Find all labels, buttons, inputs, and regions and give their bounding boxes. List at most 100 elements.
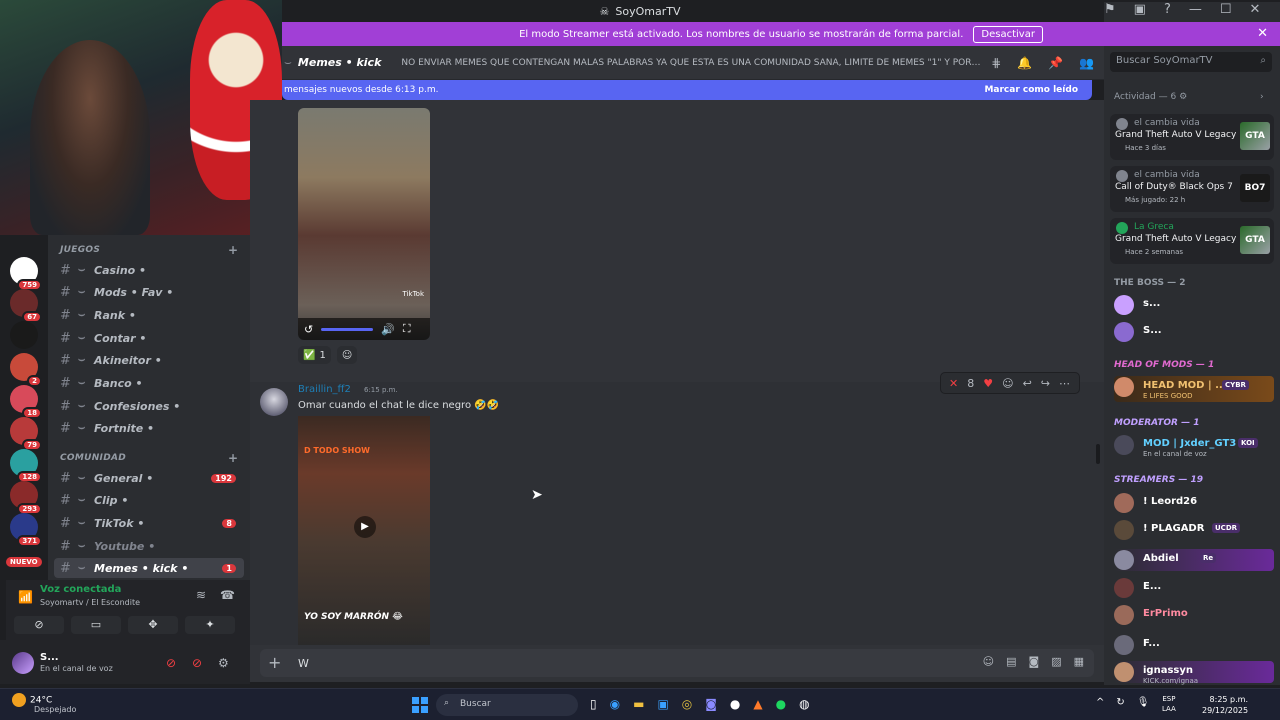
reply-icon[interactable]: ↩ bbox=[1023, 377, 1032, 390]
search-input[interactable]: Buscar SoyOmarTV ⌕ bbox=[1110, 52, 1272, 72]
volume-icon[interactable]: 🔊 bbox=[381, 323, 395, 336]
channel-item[interactable]: # ⌣ Confesiones • bbox=[54, 396, 244, 416]
member-item[interactable]: F... bbox=[1114, 634, 1274, 656]
noise-suppression-icon[interactable]: ≋ bbox=[196, 588, 206, 602]
video-attachment[interactable]: D TODO SHOW ▶ YO SOY MARRÓN 😂 bbox=[298, 416, 430, 645]
member-item[interactable]: s... bbox=[1114, 294, 1274, 316]
channel-item[interactable]: # ⌣ Rank • bbox=[54, 305, 244, 325]
activity-card[interactable]: el cambia vida Call of Duty® Black Ops 7… bbox=[1110, 166, 1274, 212]
folder-icon[interactable]: ▬ bbox=[633, 697, 644, 711]
disable-streamer-button[interactable]: Desactivar bbox=[973, 25, 1043, 43]
member-item[interactable]: MOD | Jxder_GT3 KOI En el canal de voz bbox=[1114, 434, 1274, 458]
add-channel-icon[interactable]: + bbox=[228, 243, 238, 257]
new-messages-bar[interactable]: mensajes nuevos desde 6:13 p.m. Marcar c… bbox=[282, 80, 1092, 100]
category-comunidad[interactable]: COMUNIDAD + bbox=[60, 451, 238, 465]
avatar[interactable] bbox=[12, 652, 34, 674]
channel-item[interactable]: # ⌣ Casino • bbox=[54, 260, 244, 280]
vlc-icon[interactable]: ▲ bbox=[753, 697, 762, 711]
category-juegos[interactable]: JUEGOS + bbox=[60, 243, 238, 257]
close-icon[interactable]: ✕ bbox=[949, 377, 958, 390]
app-icon[interactable]: ● bbox=[730, 697, 740, 711]
start-button[interactable] bbox=[412, 697, 428, 713]
channel-item[interactable]: # ⌣ Contar • bbox=[54, 328, 244, 348]
server-icon[interactable]: 18 bbox=[10, 385, 42, 419]
deafen-icon[interactable]: ⊘ bbox=[192, 656, 202, 670]
activities-button[interactable]: ✥ bbox=[128, 616, 178, 634]
play-icon[interactable]: ▶ bbox=[354, 516, 376, 538]
add-channel-icon[interactable]: + bbox=[228, 451, 238, 465]
mic-icon[interactable]: 🎙 bbox=[1137, 697, 1150, 708]
gif-icon[interactable]: ▤ bbox=[1006, 655, 1016, 668]
screen-share-button[interactable]: ▭ bbox=[71, 616, 121, 634]
message-input-value[interactable]: W bbox=[298, 657, 309, 670]
channel-item[interactable]: # ⌣ General • 192 bbox=[54, 468, 244, 488]
username[interactable]: S... bbox=[40, 652, 59, 663]
activity-header[interactable]: Actividad — 6 ⚙ › bbox=[1114, 92, 1264, 102]
server-icon[interactable] bbox=[10, 321, 38, 349]
settings-gear-icon[interactable]: ⚙ bbox=[218, 656, 229, 670]
language-indicator[interactable]: ESP LAA bbox=[1162, 694, 1176, 714]
activity-card[interactable]: el cambia vida Grand Theft Auto V Legacy… bbox=[1110, 114, 1274, 160]
channel-item[interactable]: # ⌣ Banco • bbox=[54, 373, 244, 393]
heart-icon[interactable]: ♥ bbox=[983, 377, 993, 390]
add-reaction-icon[interactable]: ☺ bbox=[1002, 377, 1013, 390]
mic-muted-icon[interactable]: ⊘ bbox=[166, 656, 176, 670]
sync-icon[interactable]: ↻ bbox=[1116, 697, 1124, 708]
emoji-icon[interactable]: ☺ bbox=[983, 655, 994, 668]
signal-icon[interactable]: 📶 bbox=[18, 590, 33, 604]
server-icon[interactable]: 67 bbox=[10, 289, 42, 323]
server-icon[interactable]: 128 bbox=[10, 449, 42, 483]
member-item[interactable]: ! Leord26 bbox=[1114, 492, 1274, 514]
obs-icon[interactable]: ◍ bbox=[799, 697, 809, 711]
add-reaction-button[interactable]: ☺ bbox=[336, 346, 358, 364]
reaction-check[interactable]: ✅ 1 bbox=[298, 346, 331, 364]
message-input[interactable]: + W ☺ ▤ ◙ ▨ ▦ bbox=[260, 649, 1094, 677]
server-icon[interactable]: 293 bbox=[10, 481, 42, 515]
discord-icon[interactable]: ◙ bbox=[705, 697, 717, 711]
member-item[interactable]: S... bbox=[1114, 321, 1274, 343]
spotify-icon[interactable]: ● bbox=[776, 697, 786, 711]
message-author[interactable]: Braillin_ff2 bbox=[298, 384, 351, 395]
server-icon[interactable]: 79 bbox=[10, 417, 42, 451]
fullscreen-icon[interactable]: ⛶ bbox=[403, 322, 411, 336]
soundboard-button[interactable]: ✦ bbox=[185, 616, 235, 634]
clock[interactable]: 8:25 p.m. 29/12/2025 bbox=[1202, 694, 1248, 716]
disconnect-icon[interactable]: ☎ bbox=[220, 588, 235, 602]
member-item[interactable]: HEAD MOD | ... CYBR E LIFES GOOD bbox=[1114, 376, 1274, 402]
taskbar-search[interactable]: ⌕ Buscar bbox=[436, 694, 578, 716]
member-item[interactable]: ErPrimo bbox=[1114, 604, 1274, 626]
chevron-right-icon[interactable]: › bbox=[1260, 92, 1264, 102]
channel-item[interactable]: # ⌣ Youtube • bbox=[54, 536, 244, 556]
member-item[interactable]: ignassyn KICK.com/ignaa bbox=[1114, 661, 1274, 685]
pin-icon[interactable]: 📌 bbox=[1048, 56, 1063, 70]
server-icon[interactable]: 2 bbox=[10, 353, 42, 387]
image-icon[interactable]: ▨ bbox=[1051, 655, 1061, 668]
more-icon[interactable]: ⋯ bbox=[1059, 377, 1070, 390]
members-icon[interactable]: 👥 bbox=[1079, 56, 1094, 70]
bell-icon[interactable]: 🔔 bbox=[1017, 56, 1032, 70]
channel-item[interactable]: # ⌣ Clip • bbox=[54, 490, 244, 510]
activity-card[interactable]: La Greca Grand Theft Auto V Legacy Hace … bbox=[1110, 218, 1274, 264]
channel-item-memes-kick[interactable]: # ⌣ Memes • kick • 1 bbox=[54, 558, 244, 578]
avatar[interactable] bbox=[260, 388, 288, 416]
voice-status[interactable]: Voz conectada bbox=[40, 584, 121, 595]
store-icon[interactable]: ▣ bbox=[657, 697, 668, 711]
new-server-badge[interactable]: NUEVO bbox=[6, 557, 42, 567]
threads-icon[interactable]: ⋕ bbox=[991, 56, 1001, 70]
video-attachment[interactable]: TikTok ↺ 🔊 ⛶ bbox=[298, 108, 430, 340]
camera-off-button[interactable]: ⊘ bbox=[14, 616, 64, 634]
progress-bar[interactable] bbox=[321, 327, 374, 331]
member-item[interactable]: E... bbox=[1114, 577, 1274, 599]
channel-item[interactable]: # ⌣ TikTok • 8 bbox=[54, 513, 244, 533]
channel-item[interactable]: # ⌣ Fortnite • bbox=[54, 418, 244, 438]
weather-widget[interactable]: 24°C Despejado bbox=[12, 693, 76, 714]
chrome-icon[interactable]: ◎ bbox=[682, 697, 692, 711]
channel-item[interactable]: # ⌣ Akineitor • bbox=[54, 350, 244, 370]
channel-topic[interactable]: NO ENVIAR MEMES QUE CONTENGAN MALAS PALA… bbox=[401, 58, 981, 68]
scrollbar[interactable] bbox=[1096, 444, 1100, 464]
server-icon[interactable]: 759 bbox=[10, 257, 42, 291]
edge-icon[interactable]: ◉ bbox=[610, 697, 620, 711]
close-banner-icon[interactable]: ✕ bbox=[1257, 26, 1268, 41]
forward-icon[interactable]: ↪ bbox=[1041, 377, 1050, 390]
file-icon[interactable]: ▯ bbox=[590, 697, 597, 711]
